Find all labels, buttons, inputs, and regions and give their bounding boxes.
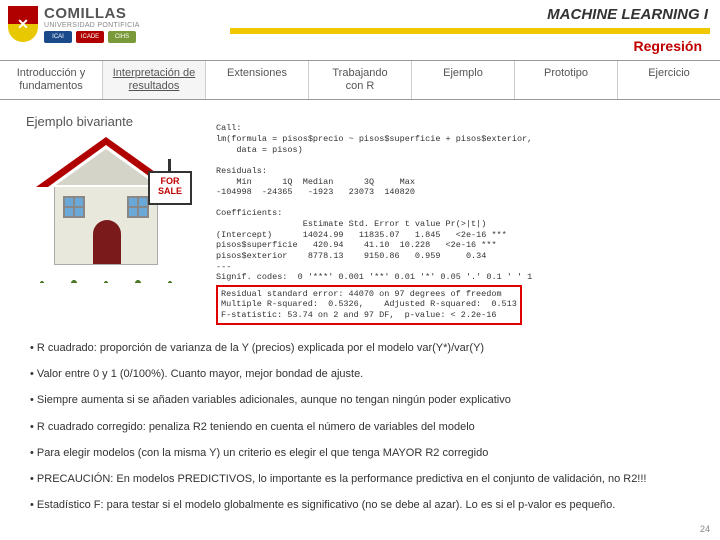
tab-interpretacion[interactable]: Interpretación de resultados: [103, 61, 206, 99]
tab-trabajando-r[interactable]: Trabajando con R: [309, 61, 412, 99]
bullet-3: Siempre aumenta si se añaden variables a…: [30, 393, 690, 407]
university-name: COMILLAS: [44, 5, 140, 22]
r-call: Call: lm(formula = pisos$precio ~ pisos$…: [216, 123, 532, 154]
badge-icai: ICAI: [44, 31, 72, 43]
bullet-2: Valor entre 0 y 1 (0/100%). Cuanto mayor…: [30, 367, 690, 381]
slide-header: COMILLAS UNIVERSIDAD PONTIFICIA ICAI ICA…: [0, 0, 720, 48]
badge-cihs: CIHS: [108, 31, 136, 43]
accent-bar: [230, 28, 710, 34]
r-output: Call: lm(formula = pisos$precio ~ pisos$…: [216, 123, 694, 324]
nav-tabs: Introducción y fundamentos Interpretació…: [0, 60, 720, 100]
shield-icon: [8, 6, 38, 42]
university-logo: COMILLAS UNIVERSIDAD PONTIFICIA ICAI ICA…: [8, 5, 140, 43]
r-residuals-head: Residuals:: [216, 166, 267, 176]
r-residuals-labels: Min 1Q Median 3Q Max: [216, 177, 415, 187]
bullet-5: Para elegir modelos (con la misma Y) un …: [30, 446, 690, 460]
bullet-1: R cuadrado: proporción de varianza de la…: [30, 341, 690, 355]
course-title: MACHINE LEARNING I: [547, 6, 708, 23]
badge-icade: ICADE: [76, 31, 104, 43]
for-sale-sign: FOR SALE: [148, 171, 192, 205]
section-title: Regresión: [634, 38, 702, 54]
slide-content: Ejemplo bivariante FOR SALE Call: lm(for…: [0, 100, 720, 512]
university-subline: UNIVERSIDAD PONTIFICIA: [44, 22, 140, 29]
tab-extensiones[interactable]: Extensiones: [206, 61, 309, 99]
r-coef-rows: (Intercept) 14024.99 11835.07 1.845 <2e-…: [216, 230, 507, 261]
r-coef-labels: Estimate Std. Error t value Pr(>|t|): [216, 219, 486, 229]
tab-prototipo[interactable]: Prototipo: [515, 61, 618, 99]
bullet-list: R cuadrado: proporción de varianza de la…: [26, 341, 694, 513]
tab-introduccion[interactable]: Introducción y fundamentos: [0, 61, 103, 99]
r-residuals-vals: -104998 -24365 -1923 23073 140820: [216, 187, 415, 197]
house-illustration: FOR SALE: [26, 137, 206, 324]
bullet-7: Estadístico F: para testar si el modelo …: [30, 498, 690, 512]
bullet-4: R cuadrado corregido: penaliza R2 tenien…: [30, 420, 690, 434]
tab-ejercicio[interactable]: Ejercicio: [618, 61, 720, 99]
r-signif: Signif. codes: 0 '***' 0.001 '**' 0.01 '…: [216, 272, 532, 282]
page-number: 24: [700, 524, 710, 534]
bullet-6: PRECAUCIÓN: En modelos PREDICTIVOS, lo i…: [30, 472, 690, 486]
tab-ejemplo[interactable]: Ejemplo: [412, 61, 515, 99]
faculty-badges: ICAI ICADE CIHS: [44, 31, 140, 43]
r-coef-head: Coefficients:: [216, 208, 282, 218]
r-highlighted-stats: Residual standard error: 44070 on 97 deg…: [216, 285, 522, 325]
